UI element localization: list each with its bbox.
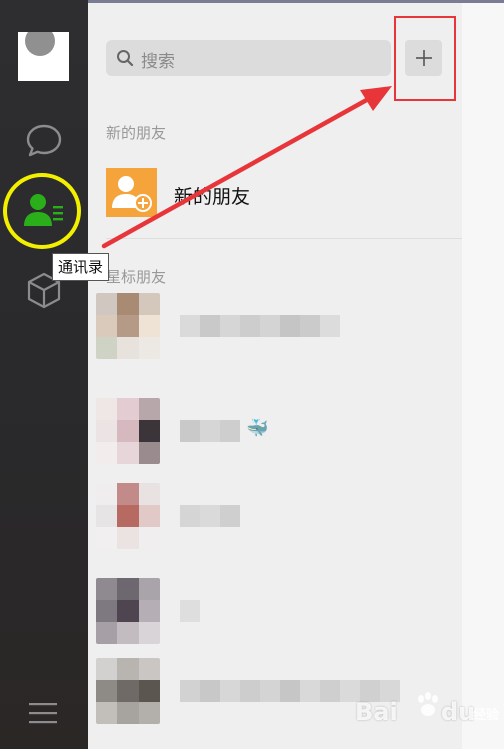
- contact-avatar: [96, 578, 160, 644]
- contact-avatar: [96, 293, 160, 359]
- watermark-text-left: Bai: [355, 698, 398, 726]
- search-placeholder: 搜索: [141, 52, 175, 72]
- contact-avatar: [96, 658, 160, 724]
- watermark-subtext: 经验: [473, 708, 500, 723]
- baidu-watermark-logo: Bai du 经验: [355, 690, 504, 740]
- contact-name-blurred: [180, 505, 240, 527]
- contact-name-blurred: [180, 315, 340, 337]
- chat-icon[interactable]: [24, 120, 64, 160]
- add-user-icon: [112, 176, 152, 212]
- right-edge-strip: [462, 3, 504, 749]
- paw-icon: [418, 692, 438, 716]
- contact-row[interactable]: [96, 578, 436, 650]
- menu-icon[interactable]: [27, 700, 59, 726]
- new-friend-avatar[interactable]: [106, 168, 157, 217]
- contact-avatar: [96, 398, 160, 464]
- search-icon: [117, 50, 134, 67]
- watermark-text-right: du: [441, 698, 476, 726]
- contact-avatar: [96, 483, 160, 549]
- starred-friends-header: 星标朋友: [106, 268, 167, 286]
- contact-name-blurred: [180, 420, 240, 442]
- contact-row[interactable]: 🐳: [96, 398, 436, 470]
- sidebar: [0, 0, 88, 749]
- highlight-circle-annotation: [3, 173, 81, 249]
- contact-row[interactable]: [96, 293, 436, 365]
- search-input[interactable]: 搜索: [106, 40, 391, 76]
- divider: [106, 238, 462, 239]
- contact-row[interactable]: [96, 483, 436, 555]
- avatar-figure: [25, 32, 55, 56]
- contacts-tooltip: 通讯录: [52, 253, 110, 281]
- red-box-annotation: [394, 16, 456, 101]
- contacts-panel: 搜索 新的朋友 新的朋友 星标朋友 🐳: [88, 3, 462, 749]
- whale-emoji-icon: 🐳: [246, 418, 269, 439]
- new-friends-item-label[interactable]: 新的朋友: [174, 182, 250, 209]
- contact-name-blurred: [180, 600, 200, 622]
- new-friends-header: 新的朋友: [106, 124, 167, 142]
- user-avatar[interactable]: [18, 32, 69, 81]
